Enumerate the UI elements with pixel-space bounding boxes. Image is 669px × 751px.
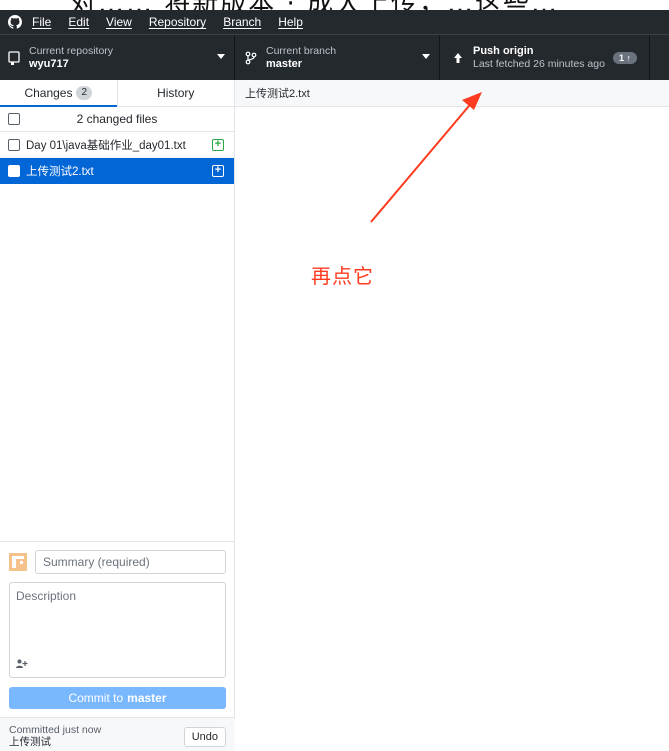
menu-repository[interactable]: Repository [149, 15, 206, 29]
repo-icon [6, 50, 22, 66]
file-name: 上传测试2.txt [26, 165, 94, 178]
branch-label: Current branch [266, 44, 337, 57]
diff-view [235, 107, 669, 751]
file-checkbox[interactable] [8, 164, 20, 177]
menu-bar: File Edit View Repository Branch Help [0, 10, 669, 34]
menu-file[interactable]: File [32, 15, 51, 29]
tab-history-label: History [157, 86, 195, 100]
file-checkbox[interactable] [8, 138, 20, 151]
diff-header: 上传测试2.txt [235, 80, 669, 107]
current-branch-button[interactable]: Current branch master [235, 35, 440, 80]
tab-history[interactable]: History [116, 80, 235, 106]
repository-name: wyu717 [29, 57, 69, 70]
arrow-up-icon [450, 50, 466, 66]
file-added-icon: + [212, 139, 224, 151]
avatar [9, 553, 27, 571]
push-origin-button[interactable]: Push origin Last fetched 26 minutes ago … [440, 35, 650, 80]
file-name: Day 01\java基础作业_day01.txt [26, 139, 186, 152]
github-logo-icon [6, 13, 24, 31]
chevron-down-icon [217, 54, 225, 59]
branch-name: master [266, 57, 303, 70]
diff-filename: 上传测试2.txt [245, 88, 310, 100]
file-row-selected[interactable]: 上传测试2.txt + [0, 158, 234, 184]
sidebar-tabs: Changes 2 History [0, 80, 234, 107]
toolbar: Current repository wyu717 Current branch… [0, 34, 669, 80]
select-all-checkbox[interactable] [8, 113, 20, 125]
push-count-badge: 1 ↑ [612, 52, 637, 64]
menu-edit[interactable]: Edit [68, 15, 89, 29]
description-placeholder: Description [16, 589, 77, 603]
branch-icon [243, 50, 259, 66]
description-field[interactable]: Description [9, 582, 226, 678]
commit-button-branch: master [127, 691, 167, 705]
sidebar: Changes 2 History 2 changed files Day 01… [0, 80, 235, 751]
push-label: Push origin [473, 44, 534, 57]
caption-text: 对…… 将新版本 · 成大上传，…这些… [70, 0, 559, 10]
tab-changes[interactable]: Changes 2 [0, 80, 117, 107]
top-caption-fragment: 对…… 将新版本 · 成大上传，…这些… [0, 0, 669, 10]
current-repository-button[interactable]: Current repository wyu717 [0, 35, 235, 80]
repository-label: Current repository [29, 44, 114, 57]
last-fetched-text: Last fetched 26 minutes ago [473, 57, 605, 70]
file-added-icon: + [212, 165, 224, 177]
menu-help[interactable]: Help [278, 15, 303, 29]
last-commit-panel: Committed just now 上传测试 Undo [0, 717, 235, 751]
changed-files-count: 2 changed files [76, 112, 158, 126]
menu-branch[interactable]: Branch [223, 15, 261, 29]
changed-files-header: 2 changed files [0, 107, 234, 132]
commit-button[interactable]: Commit to master [9, 687, 226, 709]
add-coauthor-icon[interactable] [16, 659, 28, 671]
annotation-text: 再点它 [311, 264, 374, 288]
chevron-down-icon [422, 54, 430, 59]
undo-button[interactable]: Undo [183, 727, 226, 747]
changes-count-badge: 2 [76, 86, 93, 100]
summary-input[interactable]: Summary (required) [35, 550, 226, 574]
file-row[interactable]: Day 01\java基础作业_day01.txt + [0, 132, 234, 158]
commit-button-prefix: Commit to [68, 691, 124, 705]
tab-changes-label: Changes [24, 86, 73, 100]
menu-view[interactable]: View [106, 15, 132, 29]
commit-form: Summary (required) Description Commit to… [0, 541, 235, 713]
